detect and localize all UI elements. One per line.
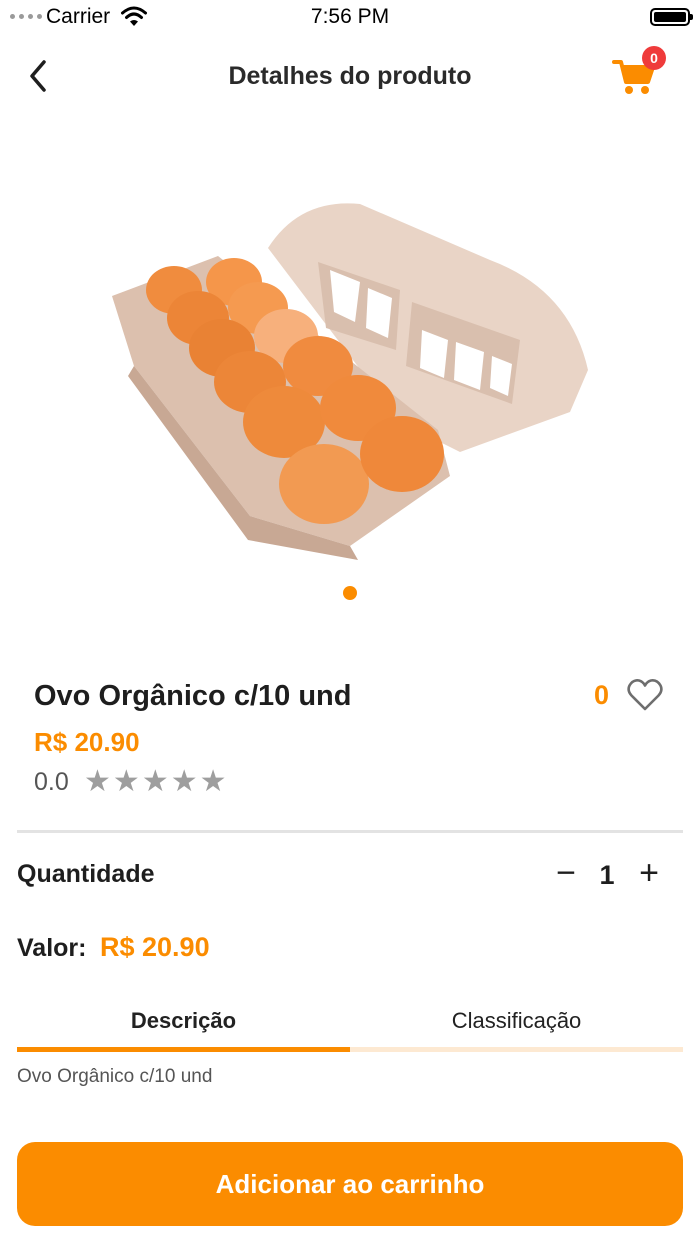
image-pager-dot[interactable] bbox=[343, 586, 357, 600]
egg-carton-image[interactable] bbox=[100, 190, 600, 570]
star-icon: ★ bbox=[141, 764, 169, 799]
decrease-quantity-button[interactable]: − bbox=[550, 856, 582, 892]
quantity-label: Quantidade bbox=[17, 860, 155, 888]
rating-stars: ★ ★ ★ ★ ★ bbox=[84, 766, 227, 798]
quantity-value: 1 bbox=[599, 860, 615, 890]
divider bbox=[17, 830, 683, 833]
add-to-cart-button[interactable]: Adicionar ao carrinho bbox=[17, 1142, 683, 1226]
nav-bar: Detalhes do produto 0 bbox=[0, 42, 700, 112]
likes-count: 0 bbox=[594, 680, 610, 710]
heart-icon[interactable] bbox=[626, 677, 664, 713]
increase-quantity-button[interactable]: + bbox=[632, 856, 666, 892]
status-bar: Carrier 7:56 PM bbox=[0, 0, 700, 36]
battery-icon bbox=[650, 8, 693, 26]
tab-bar: Descrição Classificação bbox=[17, 1000, 683, 1056]
rating-value: 0.0 bbox=[34, 768, 69, 796]
total-amount: R$ 20.90 bbox=[100, 932, 210, 962]
star-icon: ★ bbox=[84, 764, 111, 799]
status-time: 7:56 PM bbox=[310, 5, 390, 28]
active-tab-indicator bbox=[17, 1047, 350, 1052]
tab-classification[interactable]: Classificação bbox=[350, 1008, 683, 1034]
product-name: Ovo Orgânico c/10 und bbox=[34, 680, 352, 712]
tab-description[interactable]: Descrição bbox=[17, 1008, 350, 1034]
star-icon: ★ bbox=[170, 764, 198, 799]
product-price: R$ 20.90 bbox=[34, 727, 140, 757]
cart-count-badge: 0 bbox=[642, 46, 666, 70]
description-text: Ovo Orgânico c/10 und bbox=[17, 1066, 213, 1087]
total-label: Valor: bbox=[17, 934, 87, 962]
star-icon: ★ bbox=[199, 764, 227, 799]
star-icon: ★ bbox=[112, 764, 140, 799]
page-title: Detalhes do produto bbox=[228, 62, 472, 90]
